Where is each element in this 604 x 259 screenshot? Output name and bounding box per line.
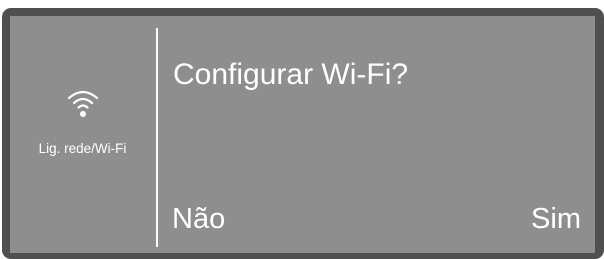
dialog-prompt: Configurar Wi-Fi? (173, 58, 409, 91)
sidebar-label: Lig. rede/Wi-Fi (38, 141, 127, 156)
display-screen: Lig. rede/Wi-Fi Configurar Wi-Fi? Não Si… (10, 16, 595, 253)
wifi-sidebar[interactable]: Lig. rede/Wi-Fi (10, 16, 155, 253)
device-panel: Lig. rede/Wi-Fi Configurar Wi-Fi? Não Si… (0, 0, 604, 259)
wifi-icon (66, 84, 100, 120)
divider (156, 28, 158, 247)
yes-button[interactable]: Sim (531, 203, 581, 236)
no-button[interactable]: Não (172, 203, 225, 236)
